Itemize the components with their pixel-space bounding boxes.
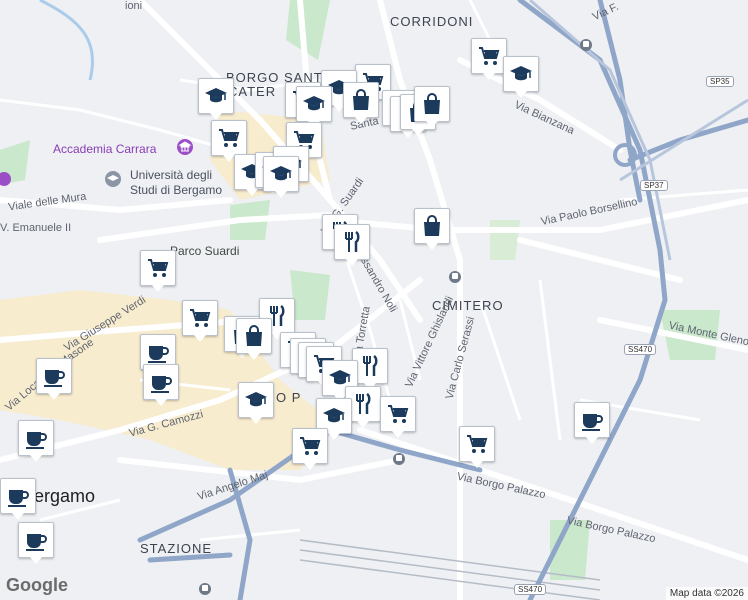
shopping-cart-icon <box>386 402 410 426</box>
map-marker-cafe[interactable] <box>36 358 72 400</box>
coffee-cup-icon <box>24 528 48 552</box>
map-marker-cart[interactable] <box>292 428 328 470</box>
street-label-ioni: ioni <box>125 0 143 12</box>
coffee-cup-icon <box>42 364 66 388</box>
district-label-cater: CATER <box>228 84 277 99</box>
poi-place-icon[interactable] <box>0 170 14 188</box>
map-marker-cafe[interactable] <box>143 364 179 406</box>
fork-knife-icon <box>340 230 364 254</box>
coffee-cup-icon <box>24 426 48 450</box>
map-marker-edu[interactable] <box>238 382 274 424</box>
map-marker-bag[interactable] <box>236 318 272 360</box>
district-label-pf: O P <box>276 390 302 405</box>
shopping-cart-icon <box>146 256 170 280</box>
graduation-cap-icon <box>302 92 326 116</box>
shopping-cart-icon <box>188 306 212 330</box>
map-marker-edu[interactable] <box>296 86 332 128</box>
coffee-cup-icon <box>149 370 173 394</box>
map-marker-cart[interactable] <box>471 38 507 80</box>
map-marker-edu[interactable] <box>198 78 234 120</box>
shopping-bag-icon <box>349 88 373 112</box>
road-shield-ss470-south: SS470 <box>514 584 547 595</box>
coffee-cup-icon <box>146 340 170 364</box>
poi-label-universita-line1: Università degli <box>130 168 213 182</box>
road-shield-sp35: SP35 <box>706 76 734 87</box>
map-marker-cart[interactable] <box>380 396 416 438</box>
map-canvas[interactable]: CORRIDONI BORGO SANT CATER ioni Santa Ac… <box>0 0 748 600</box>
park-label-parco-suardi: Parco Suardi <box>170 244 240 258</box>
road-shield-sp37: SP37 <box>640 180 668 191</box>
district-label-corridoni: CORRIDONI <box>390 14 474 29</box>
map-marker-bag[interactable] <box>414 208 450 250</box>
map-attribution[interactable]: Map data ©2026 <box>665 587 748 600</box>
graduation-cap-icon <box>509 62 533 86</box>
poi-label-accademia-carrara: Accademia Carrara <box>53 142 157 156</box>
fork-knife-icon <box>358 354 382 378</box>
transit-station-icon[interactable] <box>392 452 406 466</box>
graduation-cap-icon <box>204 84 228 108</box>
transit-station-icon[interactable] <box>448 270 462 284</box>
shopping-bag-icon <box>420 214 444 238</box>
map-marker-cafe[interactable] <box>0 478 36 520</box>
graduation-cap-icon <box>322 404 346 428</box>
shopping-bag-icon <box>242 324 266 348</box>
map-marker-cafe[interactable] <box>574 402 610 444</box>
map-marker-cart[interactable] <box>459 426 495 468</box>
graduation-cap-icon <box>269 162 293 186</box>
graduation-cap-icon <box>244 388 268 412</box>
street-label-emanuele: V. Emanuele II <box>0 222 72 234</box>
map-marker-food[interactable] <box>334 224 370 266</box>
poi-label-universita-line2: Studi di Bergamo <box>130 183 223 197</box>
district-label-stazione: STAZIONE <box>140 541 213 556</box>
coffee-cup-icon <box>580 408 604 432</box>
transit-station-icon[interactable] <box>579 38 593 52</box>
shopping-cart-icon <box>477 44 501 68</box>
map-marker-cafe[interactable] <box>18 522 54 564</box>
google-logo: Google <box>6 575 68 595</box>
map-marker-edu[interactable] <box>503 56 539 98</box>
map-marker-bag[interactable] <box>414 86 450 128</box>
map-marker-cafe[interactable] <box>18 420 54 462</box>
museum-icon[interactable] <box>176 138 194 156</box>
map-marker-bag[interactable] <box>343 82 379 124</box>
transit-station-icon[interactable] <box>198 582 212 596</box>
shopping-cart-icon <box>298 434 322 458</box>
map-marker-cart[interactable] <box>182 300 218 342</box>
road-shield-ss470-north: SS470 <box>624 344 657 355</box>
shopping-bag-icon <box>420 92 444 116</box>
university-place-icon[interactable] <box>104 170 122 188</box>
shopping-cart-icon <box>217 126 241 150</box>
coffee-cup-icon <box>6 484 30 508</box>
map-marker-cart[interactable] <box>211 120 247 162</box>
map-marker-edu[interactable] <box>263 156 299 198</box>
fork-knife-icon <box>351 392 375 416</box>
map-marker-cart[interactable] <box>140 250 176 292</box>
shopping-cart-icon <box>465 432 489 456</box>
